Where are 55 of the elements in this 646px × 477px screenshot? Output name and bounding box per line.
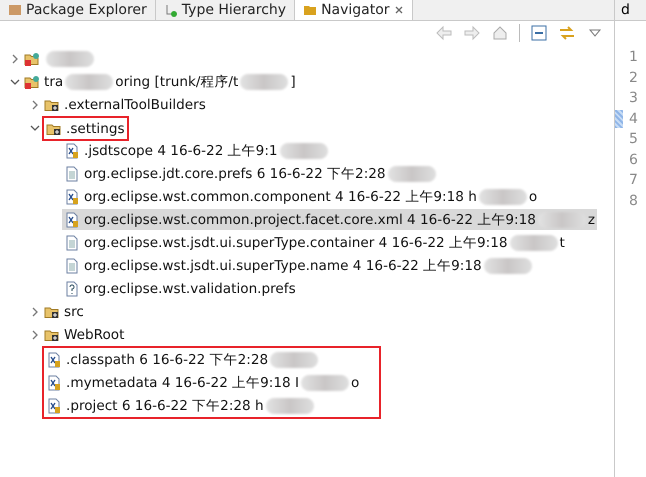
tree-item[interactable]: tra oring [trunk/程序/t ]: [22, 71, 298, 92]
collapse-all-icon[interactable]: [530, 24, 548, 42]
blurred-redaction: [478, 188, 527, 204]
selected-tree-item[interactable]: org.eclipse.wst.common.project.facet.core.xml 4 16-6-22 上午9:18 z: [62, 209, 598, 230]
line-number: 8: [629, 192, 638, 209]
project-folder-icon: [24, 74, 40, 90]
text-file-icon: [64, 258, 80, 274]
blurred-redaction: [484, 258, 532, 274]
tree-item[interactable]: .mymetadata 4 16-6-22 上午9:18 I o: [44, 372, 362, 393]
folder-icon: [303, 3, 318, 17]
blurred-redaction: [240, 74, 288, 90]
blurred-redaction: [510, 234, 558, 250]
xml-file-icon: [64, 188, 80, 204]
package-icon: [8, 3, 22, 17]
link-arrows-icon[interactable]: [558, 24, 576, 42]
xml-file-icon: [46, 398, 62, 414]
xml-file-icon: [64, 142, 80, 158]
blurred-redaction: [388, 166, 436, 182]
editor-tab[interactable]: d: [615, 0, 646, 21]
tree-item[interactable]: .settings: [42, 116, 129, 141]
line-number: 5: [629, 131, 638, 148]
text-file-icon: [64, 166, 80, 182]
tree-item[interactable]: WebRoot: [42, 324, 126, 345]
project-folder-icon: [24, 50, 40, 66]
tree-item[interactable]: .project 6 16-6-22 下午2:28 h: [44, 395, 318, 416]
hierarchy-icon: [164, 3, 178, 17]
tree-item[interactable]: org.eclipse.wst.validation.prefs: [62, 278, 298, 299]
line-number: 4: [629, 110, 638, 127]
line-number: 7: [629, 172, 638, 188]
blurred-redaction: [266, 398, 314, 414]
xml-file-icon: [64, 212, 80, 228]
tree-item[interactable]: .externalToolBuilders: [42, 94, 208, 115]
tree-item[interactable]: org.eclipse.wst.jsdt.ui.superType.name 4 16-6-22 上午9:18: [62, 255, 536, 276]
close-icon[interactable]: [394, 5, 404, 15]
line-number: 1: [629, 49, 638, 66]
blurred-redaction: [65, 74, 114, 90]
line-number: 3: [629, 90, 638, 106]
text-file-icon: [64, 234, 80, 250]
blurred-redaction: [46, 50, 94, 66]
blurred-redaction: [301, 374, 350, 390]
line-number: 2: [629, 70, 638, 86]
tree-item[interactable]: src: [42, 301, 86, 322]
line-number: 6: [629, 152, 638, 168]
tree-item[interactable]: .jsdtscope 4 16-6-22 上午9:1: [62, 140, 332, 161]
view-tab[interactable]: Navigator: [295, 0, 413, 20]
tree-item[interactable]: org.eclipse.wst.jsdt.ui.superType.container 4 16-6-22 上午9:18 t: [62, 232, 567, 253]
xml-file-icon: [46, 374, 62, 390]
blurred-redaction: [280, 142, 328, 158]
tree-item[interactable]: org.eclipse.jdt.core.prefs 6 16-6-22 下午2:28: [62, 163, 440, 184]
home-icon[interactable]: [491, 24, 509, 42]
xml-file-icon: [46, 352, 62, 368]
blurred-redaction: [270, 352, 318, 368]
unknown-file-icon: [64, 280, 80, 296]
tree-item[interactable]: .classpath 6 16-6-22 下午2:28: [44, 349, 322, 370]
tree-item[interactable]: org.eclipse.wst.common.component 4 16-6-22 上午9:18 h o: [62, 186, 540, 207]
